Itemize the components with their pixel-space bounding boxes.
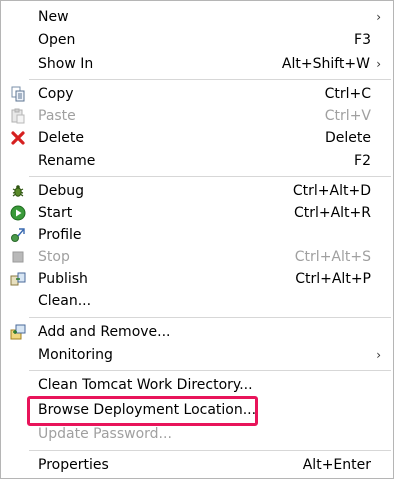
submenu-arrow-icon: › <box>376 348 381 362</box>
menu-item-shortcut: Delete <box>325 130 371 146</box>
menu-item-label: Open <box>38 32 76 48</box>
menu-item-clean-tomcat[interactable]: Clean Tomcat Work Directory... <box>1 374 393 396</box>
profile-icon <box>10 227 26 243</box>
menu-item-shortcut: Ctrl+Alt+P <box>295 271 371 287</box>
menu-separator <box>29 370 391 371</box>
delete-x-icon <box>10 130 26 146</box>
menu-item-new[interactable]: New › <box>1 6 393 28</box>
menu-item-monitoring[interactable]: Monitoring › <box>1 344 393 366</box>
start-run-icon <box>10 205 26 221</box>
menu-item-add-remove[interactable]: Add and Remove... <box>1 321 393 343</box>
menu-item-copy[interactable]: Copy Ctrl+C <box>1 83 393 105</box>
publish-icon <box>10 271 26 287</box>
menu-item-label: Rename <box>38 153 96 169</box>
submenu-arrow-icon: › <box>376 10 381 24</box>
menu-item-shortcut: F2 <box>354 153 371 169</box>
menu-item-update-password[interactable]: Update Password... <box>1 423 393 445</box>
menu-item-rename[interactable]: Rename F2 <box>1 150 393 172</box>
menu-item-label: Properties <box>38 457 109 473</box>
menu-item-label: Show In <box>38 56 94 72</box>
menu-item-label: Publish <box>38 271 88 287</box>
add-remove-icon <box>10 324 26 340</box>
debug-bug-icon <box>10 183 26 199</box>
menu-item-open[interactable]: Open F3 <box>1 29 393 51</box>
stop-icon <box>10 249 26 265</box>
menu-item-label: Monitoring <box>38 347 113 363</box>
menu-item-stop[interactable]: Stop Ctrl+Alt+S <box>1 246 393 268</box>
menu-separator <box>29 450 391 451</box>
menu-item-label: Add and Remove... <box>38 324 171 340</box>
menu-item-label: Copy <box>38 86 74 102</box>
menu-item-label: Stop <box>38 249 70 265</box>
paste-icon <box>10 108 26 124</box>
submenu-arrow-icon: › <box>376 57 381 71</box>
context-menu: New › Open F3 Show In Alt+Shift+W › Copy… <box>0 0 394 479</box>
menu-item-delete[interactable]: Delete Delete <box>1 127 393 149</box>
menu-item-label: Paste <box>38 108 76 124</box>
menu-item-label: New <box>38 9 69 25</box>
menu-item-profile[interactable]: Profile <box>1 224 393 246</box>
menu-item-label: Update Password... <box>38 426 172 442</box>
menu-item-properties[interactable]: Properties Alt+Enter <box>1 454 393 476</box>
menu-item-shortcut: F3 <box>354 32 371 48</box>
menu-item-label: Debug <box>38 183 85 199</box>
menu-item-shortcut: Alt+Shift+W <box>281 56 370 72</box>
menu-item-shortcut: Ctrl+C <box>324 86 371 102</box>
menu-separator <box>29 317 391 318</box>
copy-icon <box>10 86 26 102</box>
menu-item-label: Profile <box>38 227 82 243</box>
menu-item-label: Delete <box>38 130 84 146</box>
menu-item-label: Start <box>38 205 73 221</box>
menu-item-label: Clean Tomcat Work Directory... <box>38 377 253 393</box>
menu-item-start[interactable]: Start Ctrl+Alt+R <box>1 202 393 224</box>
menu-item-shortcut: Alt+Enter <box>302 457 371 473</box>
menu-item-paste[interactable]: Paste Ctrl+V <box>1 105 393 127</box>
menu-item-shortcut: Ctrl+Alt+R <box>293 205 371 221</box>
menu-item-debug[interactable]: Debug Ctrl+Alt+D <box>1 180 393 202</box>
highlight-box <box>27 396 258 426</box>
menu-item-clean[interactable]: Clean... <box>1 290 393 312</box>
menu-item-label: Clean... <box>38 293 92 309</box>
menu-item-publish[interactable]: Publish Ctrl+Alt+P <box>1 268 393 290</box>
menu-item-shortcut: Ctrl+Alt+D <box>292 183 371 199</box>
menu-separator <box>29 79 391 80</box>
menu-item-show-in[interactable]: Show In Alt+Shift+W › <box>1 53 393 75</box>
menu-separator <box>29 176 391 177</box>
menu-item-shortcut: Ctrl+V <box>324 108 371 124</box>
menu-item-shortcut: Ctrl+Alt+S <box>294 249 371 265</box>
